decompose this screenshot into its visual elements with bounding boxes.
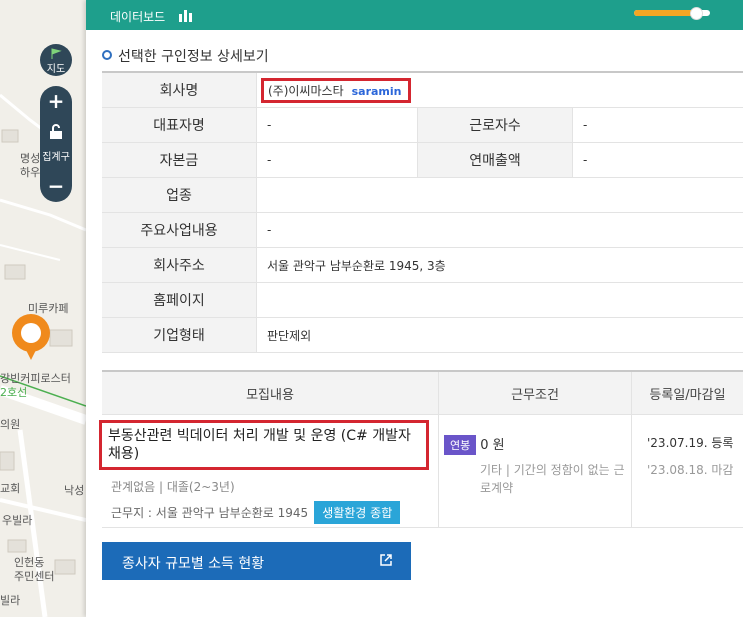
industry-label: 업종 bbox=[102, 177, 257, 213]
map-label: 하우 bbox=[20, 166, 41, 179]
wage-type-badge: 연봉 bbox=[444, 435, 477, 455]
section-title: 선택한 구인정보 상세보기 bbox=[102, 46, 269, 66]
company-type-label: 기업형태 bbox=[102, 317, 257, 353]
job-conditions-cell: 연봉 0 원 기타 | 기간의 정함이 없는 근로계약 bbox=[438, 414, 632, 528]
map-label: 교회 bbox=[0, 482, 21, 495]
progress-slider[interactable] bbox=[634, 7, 710, 20]
company-type-value: 판단제외 bbox=[256, 317, 743, 353]
registered-date: '23.07.19. 등록 bbox=[647, 436, 734, 450]
job-header-conditions: 근무조건 bbox=[438, 370, 632, 415]
company-label: 회사명 bbox=[102, 71, 257, 108]
map-view[interactable]: 명성 하우 미루카페 강빈커피로스터 2호선 의원 교회 낙성 우빌라 인헌동 … bbox=[0, 0, 86, 617]
wage-value: 0 원 bbox=[480, 438, 505, 453]
dashboard-title[interactable]: 데이터보드 bbox=[110, 8, 165, 25]
company-info-table: 회사명 (주)이씨마스타 saramin 대표자명 - 근로자수 - 자본금 - … bbox=[102, 71, 743, 353]
zoom-out-button[interactable]: − bbox=[40, 174, 72, 198]
map-label: 강빈커피로스터 bbox=[0, 372, 71, 385]
job-location: 근무지 : 서울 관악구 남부순환로 1945 bbox=[111, 506, 309, 520]
location-pin-tail bbox=[24, 346, 38, 360]
business-label: 주요사업내용 bbox=[102, 212, 257, 248]
job-category-tag[interactable]: 생활환경 종합 bbox=[314, 501, 401, 524]
map-label: 빌라 bbox=[0, 594, 21, 607]
company-highlight: (주)이씨마스타 saramin bbox=[261, 77, 411, 103]
progress-knob[interactable] bbox=[689, 7, 703, 20]
table-row[interactable]: 부동산관련 빅데이터 처리 개발 및 운영 (C# 개발자 채용) 관계없음 |… bbox=[99, 414, 743, 528]
company-cell: (주)이씨마스타 saramin bbox=[256, 71, 743, 108]
aggregate-button[interactable]: 집계구 bbox=[40, 148, 72, 163]
map-label: 2호선 bbox=[0, 386, 28, 399]
job-location-line: 근무지 : 서울 관악구 남부순환로 1945 생활환경 종합 bbox=[103, 501, 437, 524]
sales-label: 연매출액 bbox=[417, 142, 573, 178]
ceo-value: - bbox=[256, 107, 418, 143]
external-link-icon bbox=[380, 554, 392, 566]
income-button-label: 종사자 규모별 소득 현황 bbox=[122, 556, 265, 572]
deadline-date: '23.08.18. 마감 bbox=[647, 463, 734, 477]
industry-value bbox=[256, 177, 743, 213]
map-label: 의원 bbox=[0, 418, 21, 431]
homepage-value[interactable] bbox=[256, 282, 743, 318]
map-toggle-label: 지도 bbox=[46, 64, 66, 75]
capital-value: - bbox=[256, 142, 418, 178]
capital-label: 자본금 bbox=[102, 142, 257, 178]
unlock-icon[interactable] bbox=[49, 124, 63, 140]
progress-fill bbox=[634, 10, 695, 16]
job-table: 모집내용 근무조건 등록일/마감일 부동산관련 빅데이터 처리 개발 및 운영 … bbox=[99, 370, 743, 528]
company-name: (주)이씨마스타 bbox=[268, 83, 344, 98]
detail-panel: 데이터보드 선택한 구인정보 상세보기 회사명 (주)이씨마스타 saramin … bbox=[86, 0, 743, 617]
top-bar: 데이터보드 bbox=[86, 0, 743, 30]
sales-value: - bbox=[572, 142, 743, 178]
employees-label: 근로자수 bbox=[417, 107, 573, 143]
job-header-dates: 등록일/마감일 bbox=[631, 370, 743, 415]
ceo-label: 대표자명 bbox=[102, 107, 257, 143]
employees-value: - bbox=[572, 107, 743, 143]
map-label: 미루카페 bbox=[28, 302, 69, 315]
job-requirements: 관계없음 | 대졸(2~3년) bbox=[111, 480, 235, 494]
map-label: 명성 bbox=[20, 152, 41, 165]
address-value: 서울 관악구 남부순환로 1945, 3층 bbox=[256, 247, 743, 283]
map-label: 인헌동 bbox=[14, 556, 45, 569]
address-label: 회사주소 bbox=[102, 247, 257, 283]
map-flag-icon bbox=[51, 48, 62, 59]
homepage-label: 홈페이지 bbox=[102, 282, 257, 318]
condition-note: 기타 | 기간의 정함이 없는 근로계약 bbox=[480, 463, 625, 495]
job-dates-cell: '23.07.19. 등록 '23.08.18. 마감 bbox=[631, 414, 743, 528]
zoom-in-button[interactable]: + bbox=[40, 89, 72, 113]
bar-chart-icon[interactable] bbox=[179, 9, 193, 22]
income-status-button[interactable]: 종사자 규모별 소득 현황 bbox=[102, 542, 411, 580]
saramin-logo[interactable]: saramin bbox=[352, 85, 402, 98]
business-value: - bbox=[256, 212, 743, 248]
map-zoom-control: + 집계구 − bbox=[40, 86, 72, 202]
map-label: 우빌라 bbox=[2, 514, 33, 527]
bullet-icon bbox=[102, 50, 112, 60]
map-label: 낙성 bbox=[64, 484, 85, 497]
job-header-content: 모집내용 bbox=[102, 370, 439, 415]
map-toggle-button[interactable]: 지도 bbox=[40, 44, 72, 76]
job-content-cell: 부동산관련 빅데이터 처리 개발 및 운영 (C# 개발자 채용) 관계없음 |… bbox=[99, 414, 439, 528]
job-title[interactable]: 부동산관련 빅데이터 처리 개발 및 운영 (C# 개발자 채용) bbox=[99, 420, 429, 470]
map-label: 주민센터 bbox=[14, 570, 55, 583]
